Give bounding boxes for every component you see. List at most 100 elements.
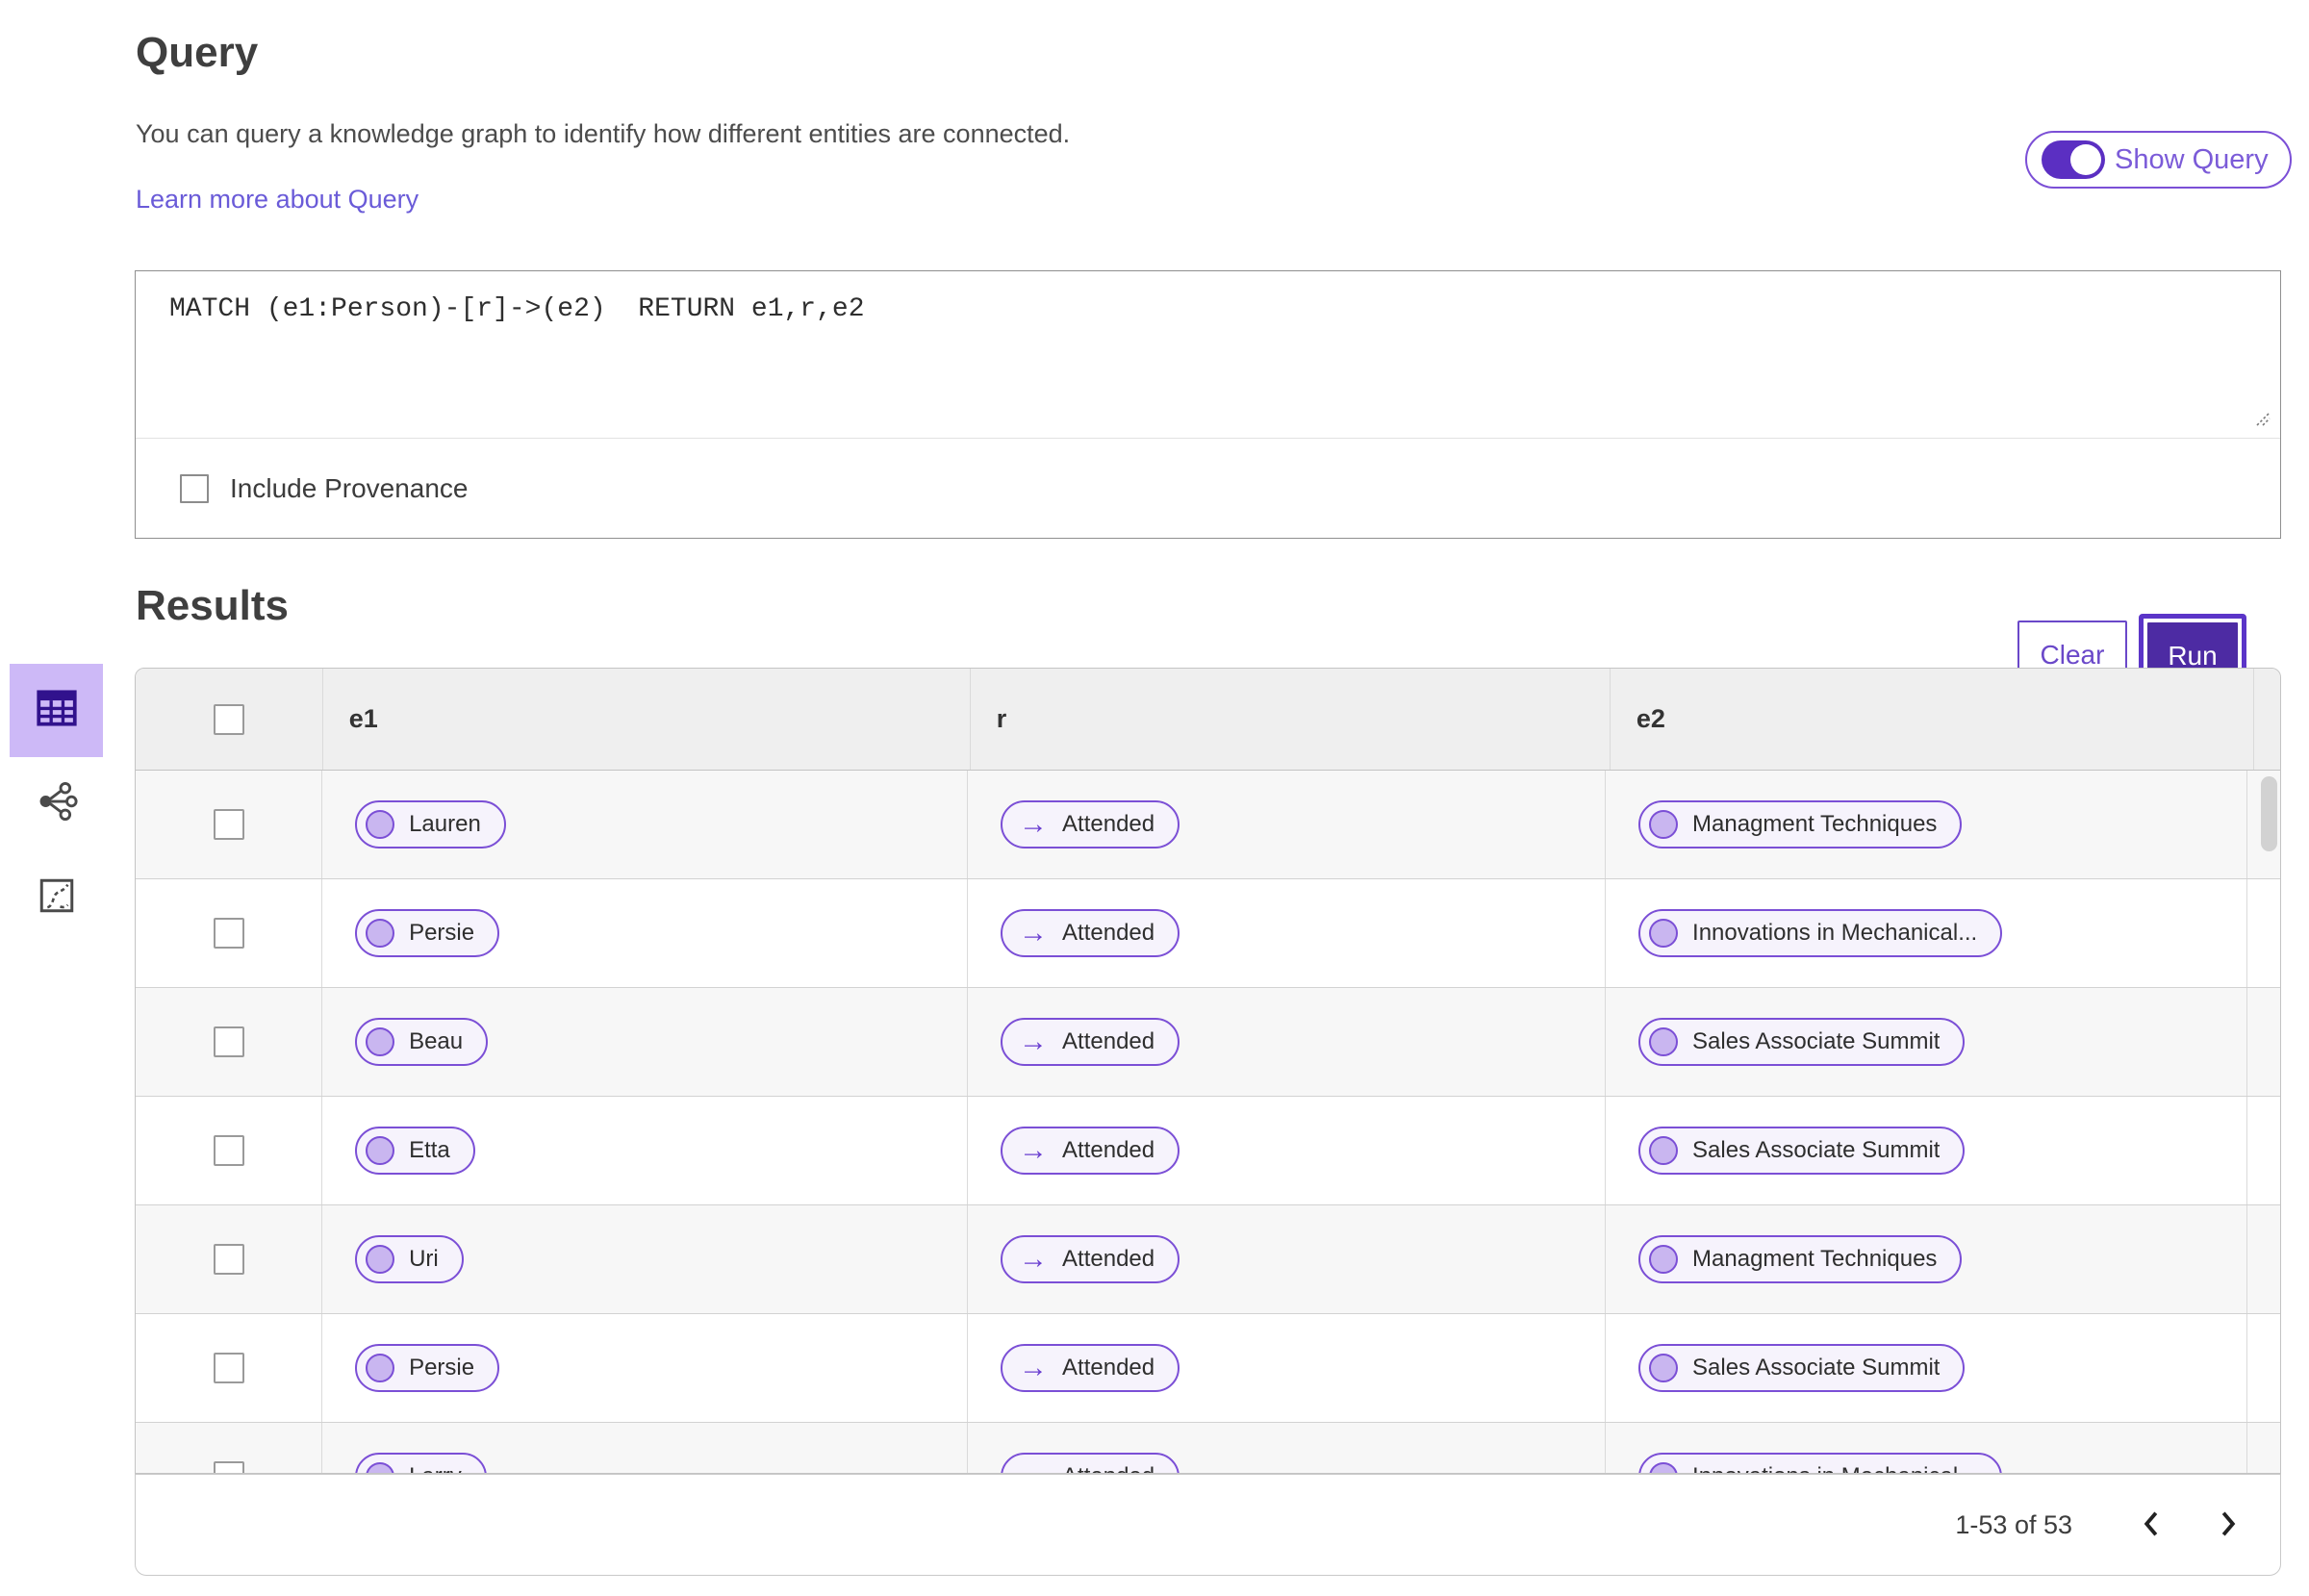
cell-e1: Etta — [322, 1097, 969, 1204]
toggle-knob — [2070, 144, 2101, 175]
select-all-checkbox[interactable] — [213, 703, 244, 735]
column-header-e2[interactable]: e2 — [1611, 669, 2254, 770]
cell-r: → Attended — [968, 1314, 1607, 1422]
relation-pill[interactable]: → Attended — [1001, 1018, 1180, 1066]
relation-label: Attended — [1062, 1028, 1155, 1054]
cell-e2: Sales Associate Summit — [1606, 1097, 2247, 1204]
relation-pill[interactable]: → Attended — [1001, 1453, 1180, 1473]
table-row: Lauren → Attended Managment Techniques — [136, 771, 2280, 879]
cell-e1: Beau — [322, 988, 969, 1096]
entity-pill-e2[interactable]: Sales Associate Summit — [1638, 1344, 1966, 1392]
arrow-right-icon: → — [1019, 1243, 1049, 1275]
entity-node-icon — [1649, 1354, 1679, 1382]
chart-view-button[interactable] — [10, 864, 103, 931]
query-input[interactable]: MATCH (e1:Person)-[r]->(e2) RETURN e1,r,… — [136, 271, 2280, 439]
cell-e1: Lauren — [322, 771, 969, 878]
cell-r: → Attended — [968, 988, 1607, 1096]
pagination-bar: 1-53 of 53 — [135, 1474, 2281, 1576]
row-checkbox-cell — [136, 1314, 323, 1422]
entity-label: Etta — [409, 1137, 450, 1163]
entity-node-icon — [366, 1245, 395, 1274]
entity-pill-e2[interactable]: Managment Techniques — [1638, 1235, 1963, 1283]
cell-e2: Managment Techniques — [1606, 1205, 2247, 1313]
network-view-icon — [35, 779, 79, 828]
relation-pill[interactable]: → Attended — [1001, 909, 1180, 957]
entity-node-icon — [1649, 1027, 1679, 1056]
row-checkbox-cell — [136, 879, 323, 987]
entity-pill-e1[interactable]: Larry — [355, 1453, 487, 1473]
row-checkbox[interactable] — [213, 1244, 244, 1275]
resize-handle-icon[interactable] — [2248, 404, 2273, 434]
entity-label: Innovations in Mechanical... — [1692, 920, 1978, 946]
row-checkbox-cell — [136, 1205, 323, 1313]
entity-pill-e2[interactable]: Sales Associate Summit — [1638, 1018, 1966, 1066]
row-checkbox[interactable] — [213, 918, 244, 949]
relation-pill[interactable]: → Attended — [1001, 1127, 1180, 1175]
entity-label: Beau — [409, 1028, 464, 1054]
entity-label: Managment Techniques — [1692, 811, 1938, 837]
toggle-switch-icon[interactable] — [2042, 140, 2105, 179]
entity-pill-e1[interactable]: Uri — [355, 1235, 464, 1283]
entity-pill-e1[interactable]: Beau — [355, 1018, 489, 1066]
row-checkbox[interactable] — [213, 1353, 244, 1383]
vertical-scrollbar-thumb[interactable] — [2261, 776, 2277, 851]
network-view-button[interactable] — [10, 770, 103, 837]
row-gutter — [2247, 1205, 2280, 1313]
entity-pill-e1[interactable]: Persie — [355, 909, 500, 957]
entity-pill-e2[interactable]: Sales Associate Summit — [1638, 1127, 1966, 1175]
entity-label: Innovations in Mechanical... — [1692, 1463, 1977, 1473]
entity-label: Lauren — [409, 811, 481, 837]
row-gutter — [2247, 879, 2280, 987]
previous-page-button[interactable] — [2128, 1502, 2174, 1548]
row-checkbox[interactable] — [213, 1135, 244, 1166]
results-title: Results — [136, 582, 289, 629]
learn-more-link[interactable]: Learn more about Query — [136, 185, 419, 215]
row-gutter — [2247, 1423, 2280, 1473]
query-description: You can query a knowledge graph to ident… — [136, 119, 1071, 148]
next-page-button[interactable] — [2205, 1502, 2251, 1548]
cell-e2: Innovations in Mechanical... — [1606, 1423, 2247, 1473]
arrow-right-icon: → — [1019, 917, 1049, 949]
row-checkbox[interactable] — [213, 809, 244, 840]
column-header-e1[interactable]: e1 — [323, 669, 971, 770]
cell-e1: Persie — [322, 879, 969, 987]
table-header-row: e1 r e2 — [136, 669, 2280, 771]
relation-label: Attended — [1062, 920, 1155, 946]
entity-label: Persie — [409, 920, 475, 946]
table-row: Uri → Attended Managment Techniques — [136, 1205, 2280, 1314]
relation-pill[interactable]: → Attended — [1001, 1344, 1180, 1392]
cell-e2: Innovations in Mechanical... — [1606, 879, 2247, 987]
arrow-right-icon: → — [1019, 1026, 1049, 1057]
show-query-toggle[interactable]: Show Query — [2025, 131, 2292, 189]
relation-pill[interactable]: → Attended — [1001, 1235, 1180, 1283]
cell-r: → Attended — [968, 1423, 1607, 1473]
table-view-button[interactable] — [10, 664, 103, 757]
entity-pill-e1[interactable]: Persie — [355, 1344, 500, 1392]
entity-node-icon — [366, 810, 395, 839]
entity-node-icon — [1649, 1462, 1679, 1473]
entity-pill-e2[interactable]: Innovations in Mechanical... — [1638, 909, 2003, 957]
column-header-r[interactable]: r — [971, 669, 1611, 770]
cell-r: → Attended — [968, 879, 1607, 987]
header-checkbox-cell — [136, 669, 323, 770]
include-provenance-checkbox[interactable] — [180, 474, 209, 503]
relation-pill[interactable]: → Attended — [1001, 800, 1180, 849]
results-table: e1 r e2 Lauren → Attended Managment Tech… — [135, 668, 2281, 1474]
row-checkbox[interactable] — [213, 1026, 244, 1057]
relation-label: Attended — [1062, 1463, 1154, 1473]
cell-e1: Persie — [322, 1314, 969, 1422]
row-checkbox-cell — [136, 1097, 323, 1204]
show-query-label: Show Query — [2115, 143, 2269, 175]
entity-label: Sales Associate Summit — [1692, 1355, 1941, 1381]
row-checkbox[interactable] — [213, 1461, 244, 1473]
entity-label: Sales Associate Summit — [1692, 1028, 1941, 1054]
entity-pill-e2[interactable]: Innovations in Mechanical... — [1638, 1453, 2003, 1473]
entity-pill-e2[interactable]: Managment Techniques — [1638, 800, 1963, 849]
chevron-right-icon — [2216, 1508, 2241, 1542]
entity-label: Uri — [409, 1246, 439, 1272]
cell-e1: Uri — [322, 1205, 969, 1313]
pagination-range-label: 1-53 of 53 — [1955, 1509, 2072, 1539]
entity-node-icon — [1649, 810, 1679, 839]
entity-pill-e1[interactable]: Etta — [355, 1127, 475, 1175]
entity-pill-e1[interactable]: Lauren — [355, 800, 506, 849]
